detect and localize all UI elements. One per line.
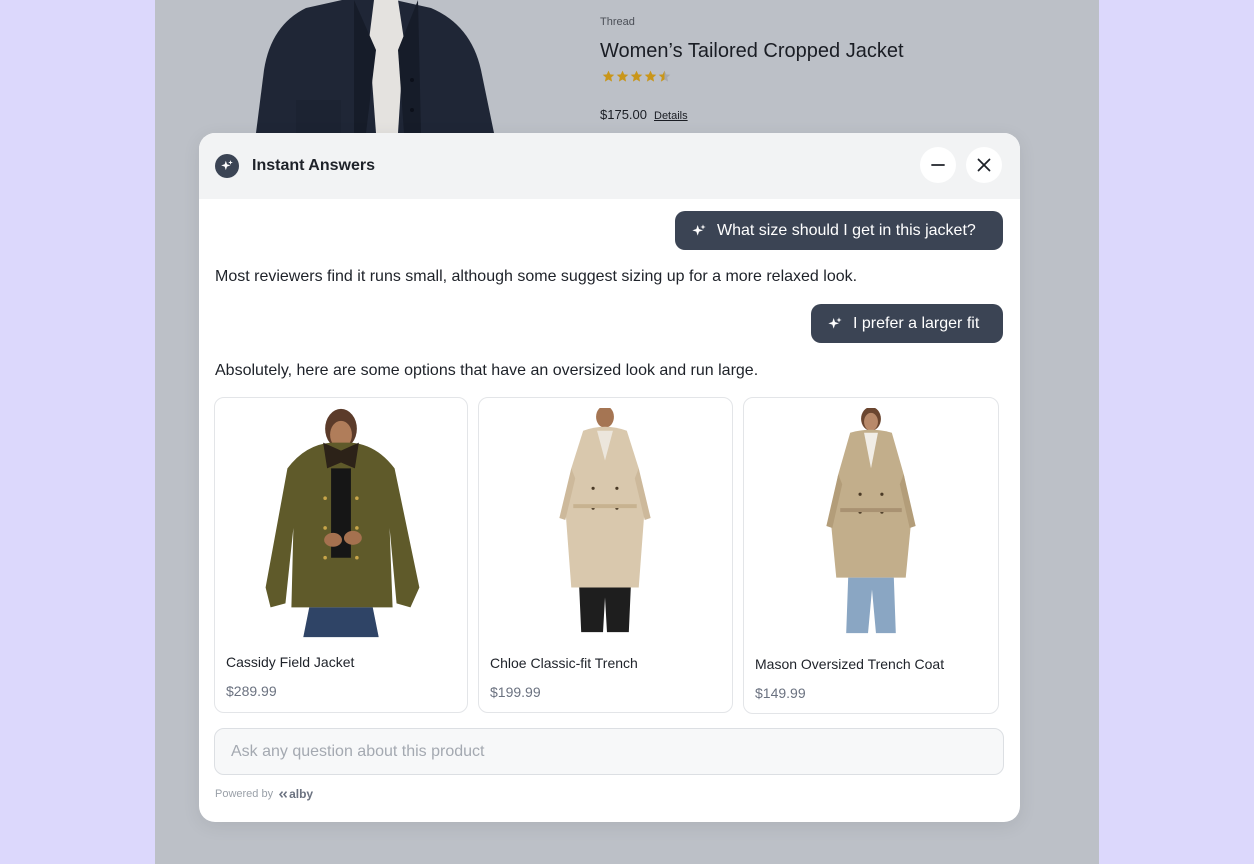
powered-by: Powered by alby [215,787,313,801]
product-name: Chloe Classic-fit Trench [490,655,638,671]
user-message-text: I prefer a larger fit [853,314,980,332]
close-button[interactable] [966,147,1002,183]
sparkle-icon [828,316,842,329]
alby-wordmark: alby [289,787,314,801]
user-message: What size should I get in this jacket? [675,211,1003,250]
minus-icon [931,164,945,166]
user-message: I prefer a larger fit [811,304,1003,343]
product-price: $175.00 [600,107,647,122]
alby-logo[interactable]: alby [278,787,313,801]
star-icon [630,70,643,82]
product-card[interactable]: Chloe Classic-fit Trench $199.99 [478,397,733,713]
sparkle-icon [692,223,706,236]
star-icon [616,70,629,82]
star-icon [644,70,657,82]
question-input[interactable] [214,728,1004,775]
product-rating [602,70,671,83]
minimize-button[interactable] [920,147,956,183]
assistant-message: Most reviewers find it runs small, altho… [215,268,858,285]
widget-header: Instant Answers [199,133,1020,199]
product-card-image [216,408,466,638]
product-brand: Thread [600,16,635,28]
product-image [236,0,496,133]
sparkle-icon [215,154,239,178]
product-card[interactable]: Cassidy Field Jacket $289.99 [214,397,468,713]
widget-title: Instant Answers [252,157,375,174]
product-name: Cassidy Field Jacket [226,654,355,670]
star-icon [602,70,615,82]
product-price: $199.99 [490,684,541,700]
product-name: Mason Oversized Trench Coat [755,656,945,672]
instant-answers-widget: Instant Answers What size should I get i… [199,133,1020,822]
product-card[interactable]: Mason Oversized Trench Coat $149.99 [743,397,999,714]
product-title: Women’s Tailored Cropped Jacket [600,40,904,62]
assistant-message: Absolutely, here are some options that h… [215,362,759,379]
close-icon [977,158,991,172]
alby-logo-icon [279,790,288,798]
user-message-text: What size should I get in this jacket? [717,221,976,239]
product-price: $289.99 [226,683,277,699]
product-price: $149.99 [755,685,806,701]
details-link[interactable]: Details [654,110,688,122]
price-row: $175.00 Details [600,107,688,122]
product-card-image [745,408,997,638]
powered-by-label: Powered by [215,788,274,800]
product-card-image [480,408,731,638]
star-icon [658,70,671,82]
